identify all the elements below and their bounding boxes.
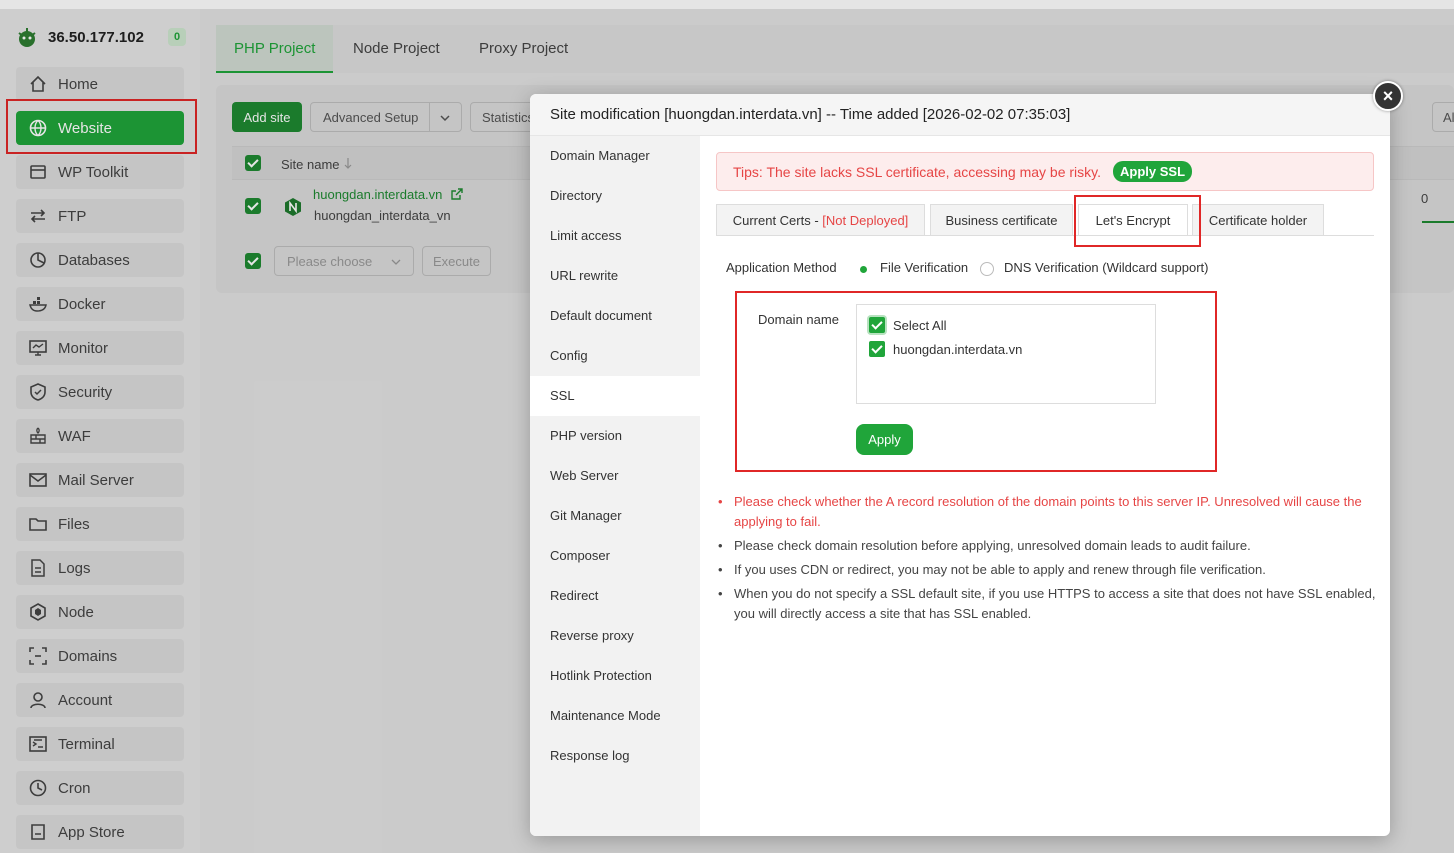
tab-divider [716, 235, 1374, 236]
file-verification-radio[interactable] [856, 262, 870, 276]
current-certs-label: Current Certs - [732, 212, 819, 228]
menu-item-directory[interactable]: Directory [530, 176, 700, 216]
modal-title: Site modification [huongdan.interdata.vn… [530, 94, 1390, 136]
menu-item-php-version[interactable]: PHP version [530, 416, 700, 456]
menu-item-config[interactable]: Config [530, 336, 700, 376]
note-domain-resolution: Please check domain resolution before ap… [718, 536, 1378, 556]
menu-item-reverse-proxy[interactable]: Reverse proxy [530, 616, 700, 656]
menu-item-git-manager[interactable]: Git Manager [530, 496, 700, 536]
domain-name-label: Domain name [758, 312, 839, 327]
menu-item-ssl[interactable]: SSL [530, 376, 700, 416]
file-verification-label[interactable]: File Verification [880, 260, 968, 275]
select-all-domains-checkbox[interactable] [869, 317, 885, 333]
tab-current-certs[interactable]: Current Certs - [Not Deployed] [716, 204, 925, 236]
dns-verification-label[interactable]: DNS Verification (Wildcard support) [1004, 260, 1208, 275]
menu-item-hotlink-protection[interactable]: Hotlink Protection [530, 656, 700, 696]
ssl-tips-banner: Tips: The site lacks SSL certificate, ac… [716, 152, 1374, 191]
ssl-notes-list: Please check whether the A record resolu… [718, 492, 1378, 628]
close-icon[interactable]: × [1373, 81, 1403, 111]
domain-checkbox-label[interactable]: huongdan.interdata.vn [893, 342, 1022, 357]
menu-item-composer[interactable]: Composer [530, 536, 700, 576]
note-cdn-redirect: If you uses CDN or redirect, you may not… [718, 560, 1378, 580]
tab-business-certificate[interactable]: Business certificate [930, 204, 1073, 236]
apply-button[interactable]: Apply [856, 424, 913, 455]
menu-item-maintenance-mode[interactable]: Maintenance Mode [530, 696, 700, 736]
dns-verification-radio[interactable] [980, 262, 994, 276]
tab-lets-encrypt[interactable]: Let's Encrypt [1078, 204, 1188, 236]
apply-ssl-button[interactable]: Apply SSL [1113, 161, 1193, 182]
menu-item-url-rewrite[interactable]: URL rewrite [530, 256, 700, 296]
menu-item-redirect[interactable]: Redirect [530, 576, 700, 616]
menu-item-response-log[interactable]: Response log [530, 736, 700, 776]
domain-checkbox[interactable] [869, 341, 885, 357]
tab-certificate-holder[interactable]: Certificate holder [1192, 204, 1324, 236]
not-deployed-status: [Not Deployed] [822, 212, 909, 228]
site-modification-modal: Site modification [huongdan.interdata.vn… [530, 94, 1390, 836]
tips-text: Tips: The site lacks SSL certificate, ac… [733, 163, 1102, 180]
domain-list-box: Select All huongdan.interdata.vn [856, 304, 1156, 404]
menu-item-domain-manager[interactable]: Domain Manager [530, 136, 700, 176]
note-a-record: Please check whether the A record resolu… [718, 492, 1378, 532]
modal-side-menu: Domain Manager Directory Limit access URL r… [530, 136, 700, 836]
application-method-label: Application Method [726, 260, 837, 275]
ssl-content: Tips: The site lacks SSL certificate, ac… [700, 136, 1390, 836]
note-default-site: When you do not specify a SSL default si… [718, 584, 1378, 624]
select-all-label[interactable]: Select All [893, 318, 946, 333]
menu-item-default-document[interactable]: Default document [530, 296, 700, 336]
menu-item-limit-access[interactable]: Limit access [530, 216, 700, 256]
menu-item-web-server[interactable]: Web Server [530, 456, 700, 496]
